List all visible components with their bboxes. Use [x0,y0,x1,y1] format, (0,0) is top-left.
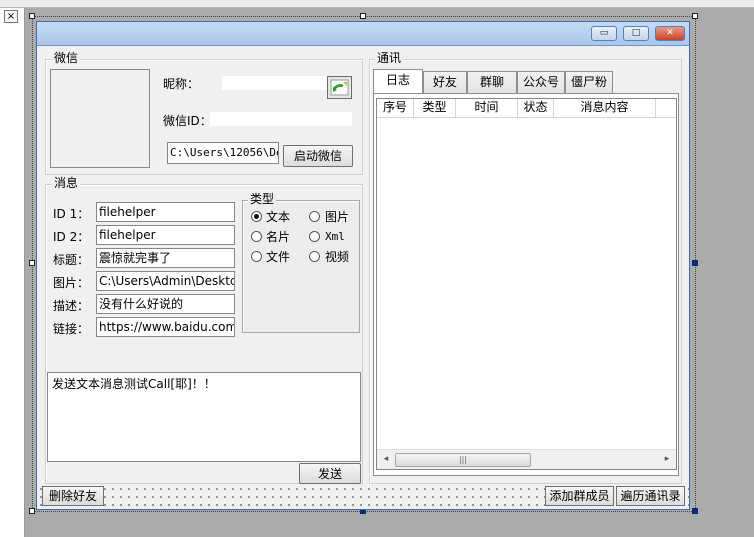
comm-group-title: 通讯 [375,51,404,65]
scroll-left-icon[interactable]: ◂ [380,452,392,466]
column-header-content[interactable]: 消息内容 [554,99,656,117]
type-video-label: 视频 [325,250,350,264]
ide-panel-close-button[interactable]: × [4,10,18,23]
title-label: 标题： [53,253,90,267]
ide-left-panel [0,8,25,537]
resize-handle-t[interactable] [360,13,366,19]
id2-label: ID 2： [53,230,90,244]
type-file-radio[interactable] [251,251,262,262]
type-file-label: 文件 [266,250,291,264]
add-group-members-button[interactable]: 添加群成员 [545,486,614,506]
designed-form: ▭ □ ✕ 微信 昵称： 微信ID： C:\Users\12056\Des 启动… [36,21,690,510]
type-card-label: 名片 [266,230,291,244]
nickname-label: 昵称： [163,77,200,91]
resize-handle-tr[interactable] [692,13,698,19]
image-label: 图片： [53,276,90,290]
horizontal-scrollbar[interactable]: ◂ ||| ▸ [377,449,676,469]
launch-wechat-button[interactable]: 启动微信 [283,145,353,167]
type-group-title: 类型 [248,192,277,206]
desc-input[interactable]: 没有什么好说的 [96,294,235,314]
id1-input[interactable]: filehelper [96,202,235,222]
traverse-contacts-button[interactable]: 遍历通讯录 [616,486,685,506]
type-card-radio[interactable] [251,231,262,242]
id2-input[interactable]: filehelper [96,225,235,245]
refresh-icon [330,79,349,96]
tab-official-accounts[interactable]: 公众号 [517,71,565,93]
column-header-type[interactable]: 类型 [414,99,456,117]
desc-label: 描述： [53,299,90,313]
delete-friend-button[interactable]: 删除好友 [42,486,104,506]
scroll-right-icon[interactable]: ▸ [661,452,673,466]
link-label: 链接： [53,322,90,336]
type-text-label: 文本 [266,210,291,224]
image-path-input[interactable]: C:\Users\Admin\Desktc [96,271,235,291]
type-text-radio[interactable] [251,211,262,222]
refresh-button[interactable] [327,76,352,99]
type-image-label: 图片 [325,210,350,224]
message-memo[interactable]: 发送文本消息测试Call[耶]！！ [47,372,361,462]
scroll-thumb[interactable]: ||| [395,453,531,467]
close-button[interactable]: ✕ [655,26,685,41]
tab-zombie-fans[interactable]: 僵尸粉 [565,71,613,93]
resize-handle-r[interactable] [692,260,698,266]
type-video-radio[interactable] [309,251,320,262]
ide-toolbar [0,0,754,8]
column-header-index[interactable]: 序号 [377,99,414,117]
avatar-image [50,69,150,168]
column-header-status[interactable]: 状态 [518,99,554,117]
send-button[interactable]: 发送 [299,463,361,484]
wechat-group-title: 微信 [52,51,81,65]
resize-handle-tl[interactable] [29,13,35,19]
wxid-label: 微信ID： [163,114,212,128]
message-group-title: 消息 [52,176,81,190]
log-listview[interactable]: 序号 类型 时间 状态 消息内容 ◂ ||| ▸ [376,98,677,470]
tab-friends[interactable]: 好友 [423,71,467,93]
type-xml-label: Xml [325,230,345,243]
resize-handle-br[interactable] [692,508,698,514]
title-input[interactable]: 震惊就完事了 [96,248,235,268]
maximize-button[interactable]: □ [623,26,649,41]
link-input[interactable]: https://www.baidu.com [96,317,235,337]
header-divider [377,117,676,118]
wxid-value [210,112,352,126]
minimize-button[interactable]: ▭ [591,26,617,41]
type-image-radio[interactable] [309,211,320,222]
id1-label: ID 1： [53,207,90,221]
resize-handle-bl[interactable] [29,508,35,514]
column-header-time[interactable]: 时间 [456,99,518,117]
resize-handle-l[interactable] [29,260,35,266]
tab-log[interactable]: 日志 [373,69,423,94]
type-xml-radio[interactable] [309,231,320,242]
tab-groups[interactable]: 群聊 [467,71,517,93]
wechat-path-input[interactable]: C:\Users\12056\Des [167,142,279,164]
